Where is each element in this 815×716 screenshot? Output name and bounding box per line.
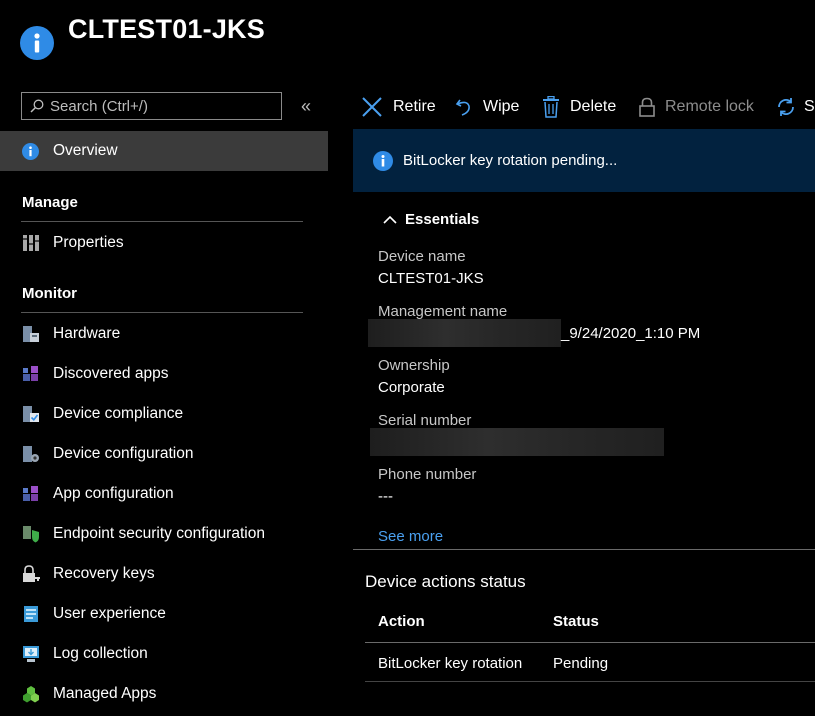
essentials-toggle[interactable]: Essentials [383, 211, 479, 228]
info-icon [22, 142, 39, 160]
phone-number-value: --- [378, 488, 393, 505]
sidebar-item-label: Discovered apps [53, 365, 169, 382]
delete-label: Delete [570, 98, 617, 115]
remote-lock-button[interactable]: Remote lock [639, 88, 754, 126]
sidebar-item-label: Hardware [53, 325, 121, 342]
section-monitor: Monitor [22, 285, 77, 302]
sidebar-item-label: App configuration [53, 485, 174, 502]
chevron-up-icon [383, 215, 397, 225]
command-bar: Retire Wipe Delete Remote lock S [353, 88, 815, 126]
collapse-sidebar-button[interactable]: « [301, 96, 311, 117]
table-cell-status: Pending [553, 655, 609, 672]
section-manage: Manage [22, 194, 78, 211]
phone-number-label: Phone number [378, 466, 477, 483]
sidebar-item-device-configuration[interactable]: Device configuration [0, 437, 328, 471]
see-more-link[interactable]: See more [378, 528, 443, 545]
ownership-label: Ownership [378, 357, 450, 374]
close-icon [361, 96, 383, 118]
sidebar-item-user-experience[interactable]: User experience [0, 597, 328, 631]
sync-label: S [804, 98, 815, 115]
wipe-button[interactable]: Wipe [455, 88, 519, 126]
recovery-keys-icon [22, 565, 40, 583]
sidebar-item-label: User experience [53, 605, 166, 622]
section-divider [21, 221, 303, 222]
page-title: CLTEST01-JKS [68, 14, 265, 44]
sidebar-item-hardware[interactable]: Hardware [0, 317, 328, 351]
table-row-divider [365, 681, 815, 682]
management-name-value: _9/24/2020_1:10 PM [561, 325, 701, 342]
sidebar-item-label: Managed Apps [53, 685, 157, 702]
managed-apps-icon [22, 685, 40, 703]
undo-icon [455, 97, 473, 117]
sidebar-item-properties[interactable]: Properties [0, 226, 328, 260]
serial-number-label: Serial number [378, 412, 472, 429]
sidebar-item-label: Overview [53, 142, 118, 159]
sidebar-item-label: Recovery keys [53, 565, 155, 582]
sidebar-item-log-collection[interactable]: Log collection [0, 637, 328, 671]
device-actions-title: Device actions status [365, 572, 526, 591]
remote-lock-label: Remote lock [665, 98, 754, 115]
redacted-block [370, 428, 664, 456]
redacted-block [368, 319, 561, 347]
discovered-apps-icon [22, 365, 40, 383]
sync-button[interactable]: S [775, 88, 815, 126]
section-divider [21, 312, 303, 313]
essentials-title: Essentials [405, 211, 480, 228]
device-compliance-icon [22, 405, 40, 423]
retire-label: Retire [393, 98, 436, 115]
hardware-icon [22, 325, 40, 343]
sidebar-item-label: Device compliance [53, 405, 184, 422]
device-name-label: Device name [378, 248, 466, 265]
sidebar-item-recovery-keys[interactable]: Recovery keys [0, 557, 328, 591]
search-input[interactable] [50, 97, 270, 115]
search-box[interactable] [21, 92, 282, 120]
sync-icon [775, 96, 797, 118]
properties-icon [22, 234, 40, 252]
sidebar-item-app-configuration[interactable]: App configuration [0, 477, 328, 511]
info-icon [373, 150, 393, 171]
wipe-label: Wipe [483, 98, 520, 115]
sidebar-item-discovered-apps[interactable]: Discovered apps [0, 357, 328, 391]
sidebar-item-label: Properties [53, 234, 124, 251]
endpoint-security-icon [22, 525, 40, 543]
divider [353, 549, 815, 550]
column-header-status: Status [553, 613, 599, 630]
retire-button[interactable]: Retire [361, 88, 436, 126]
app-configuration-icon [22, 485, 40, 503]
sidebar-item-managed-apps[interactable]: Managed Apps [0, 677, 328, 711]
device-configuration-icon [22, 445, 40, 463]
info-icon [20, 26, 54, 60]
delete-button[interactable]: Delete [542, 88, 616, 126]
sidebar-item-device-compliance[interactable]: Device compliance [0, 397, 328, 431]
ownership-value: Corporate [378, 379, 445, 396]
management-name-label: Management name [378, 303, 508, 320]
table-header-divider [365, 642, 815, 643]
banner-text: BitLocker key rotation pending... [403, 152, 618, 169]
search-icon [30, 99, 44, 113]
table-cell-action: BitLocker key rotation [378, 655, 523, 672]
column-header-action: Action [378, 613, 425, 630]
lock-icon [639, 97, 655, 117]
sidebar-item-label: Device configuration [53, 445, 194, 462]
sidebar-item-label: Endpoint security configuration [53, 525, 265, 542]
log-collection-icon [22, 645, 40, 663]
user-experience-icon [22, 605, 40, 623]
trash-icon [542, 96, 560, 118]
sidebar-item-label: Log collection [53, 645, 148, 662]
sidebar-item-overview[interactable]: Overview [0, 131, 328, 171]
device-name-value: CLTEST01-JKS [378, 270, 484, 287]
sidebar-item-endpoint-security[interactable]: Endpoint security configuration [0, 517, 328, 551]
status-banner: BitLocker key rotation pending... [353, 129, 815, 192]
